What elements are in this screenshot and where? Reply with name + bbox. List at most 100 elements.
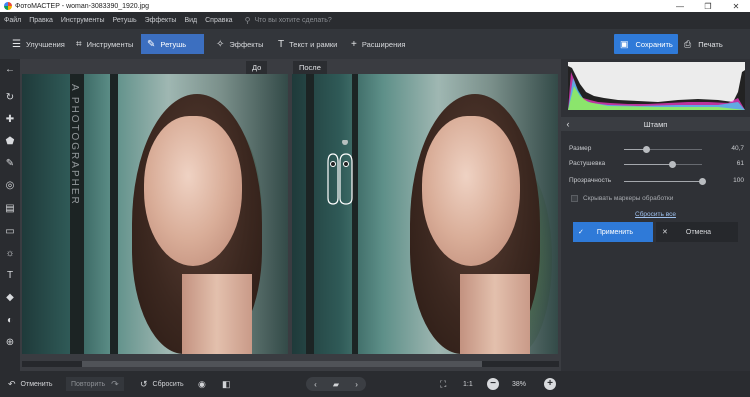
tab-label: Улучшения: [25, 39, 65, 49]
sliders-icon: ☰: [12, 38, 21, 50]
tab-retouch[interactable]: ✎ Ретушь: [141, 34, 204, 54]
printer-icon: ⎙: [684, 38, 692, 49]
window-titlebar: ФотоМАСТЕР - woman-3083390_1920.jpg — ❐ …: [0, 0, 750, 12]
slider-knob[interactable]: [699, 178, 706, 185]
brush-icon: ✎: [147, 38, 156, 50]
undo-button[interactable]: ↶ Отменить: [8, 377, 53, 391]
print-label: Печать: [698, 39, 723, 49]
vignette-icon[interactable]: ▭: [3, 225, 17, 239]
hide-markers-checkbox[interactable]: Скрывать маркеры обработки: [571, 195, 673, 202]
maximize-button[interactable]: ❐: [694, 2, 722, 11]
feather-slider-row: Растушевка 61: [569, 158, 744, 170]
tab-enhancements[interactable]: ☰ Улучшения: [6, 34, 71, 54]
brush-tool-icon[interactable]: ✎: [3, 157, 17, 171]
actual-size-button[interactable]: 1:1: [463, 377, 473, 391]
healing-icon[interactable]: ✚: [3, 113, 17, 127]
bottom-bar: ↶ Отменить Повторить ↷ ↺ Сбросить ◉ ◧ ‹ …: [0, 371, 750, 397]
menu-help[interactable]: Справка: [201, 17, 236, 24]
text-icon: T: [278, 38, 285, 50]
cancel-button[interactable]: ✕ Отмена: [656, 222, 738, 242]
panel-title: Штамп: [643, 119, 668, 129]
folder-icon[interactable]: ▰: [333, 380, 339, 389]
text-tool-icon[interactable]: T: [3, 269, 17, 283]
zoom-in-button[interactable]: +: [544, 377, 556, 391]
menu-effects[interactable]: Эффекты: [141, 17, 181, 24]
scrollbar-thumb[interactable]: [82, 361, 482, 367]
menu-bar: Файл Правка Инструменты Ретушь Эффекты В…: [0, 12, 750, 29]
fit-screen-button[interactable]: ⛶: [440, 377, 446, 391]
size-slider[interactable]: [624, 146, 702, 153]
window-title: ФотоМАСТЕР - woman-3083390_1920.jpg: [15, 2, 149, 10]
horizontal-scrollbar[interactable]: [22, 361, 559, 367]
effects-icon: ✧: [216, 38, 225, 50]
zoom-out-button[interactable]: −: [487, 377, 499, 391]
slider-fill: [624, 181, 702, 182]
tab-extensions[interactable]: + Расширения: [345, 34, 411, 54]
menu-edit[interactable]: Правка: [25, 17, 57, 24]
slider-value: 61: [736, 160, 744, 167]
check-icon: ✓: [578, 229, 584, 236]
tab-label: Инструменты: [86, 39, 134, 49]
slider-value: 100: [733, 177, 744, 184]
reset-button[interactable]: ↺ Сбросить: [140, 377, 184, 391]
opacity-slider-row: Прозрачность 100: [569, 175, 744, 187]
prev-image-icon[interactable]: ‹: [314, 380, 317, 389]
stamp-markers[interactable]: [320, 140, 360, 210]
zoom-level: 38%: [512, 380, 527, 388]
rotate-icon[interactable]: ↻: [3, 91, 17, 105]
photo-after[interactable]: [292, 74, 558, 354]
slider-label: Прозрачность: [569, 177, 612, 184]
checkbox-label: Скрывать маркеры обработки: [583, 195, 674, 202]
main-toolbar: ☰ Улучшения ⌗ Инструменты ✎ Ретушь ✧ Эфф…: [0, 29, 750, 59]
slider-knob[interactable]: [668, 161, 676, 168]
tab-text-frames[interactable]: T Текст и рамки: [272, 34, 343, 54]
tab-label: Ретушь: [160, 39, 187, 49]
plus-icon: +: [351, 38, 357, 50]
apply-button[interactable]: ✓ Применить: [573, 222, 653, 242]
after-label: После: [293, 61, 327, 74]
print-button[interactable]: ⎙ Печать: [680, 34, 742, 54]
checkbox-box[interactable]: [571, 195, 578, 202]
tab-label: Эффекты: [229, 39, 264, 49]
tab-effects[interactable]: ✧ Эффекты: [210, 34, 270, 54]
eraser-icon[interactable]: ◐: [3, 314, 17, 328]
menu-file[interactable]: Файл: [0, 17, 25, 24]
opacity-slider[interactable]: [624, 178, 706, 185]
slider-fill: [624, 164, 672, 165]
close-icon: ✕: [662, 229, 668, 236]
crop-icon: ⌗: [76, 38, 82, 50]
menu-retouch[interactable]: Ретушь: [109, 17, 141, 24]
light-icon[interactable]: ☼: [3, 247, 17, 261]
close-button[interactable]: ✕: [722, 2, 750, 11]
image-canvas[interactable]: До После A PHOTOGRAPHER: [20, 59, 561, 371]
feather-slider[interactable]: [624, 161, 702, 168]
target-icon[interactable]: ⊕: [3, 336, 17, 350]
slider-label: Растушевка: [569, 160, 606, 167]
back-arrow-icon[interactable]: ←: [3, 63, 17, 77]
save-button[interactable]: ▣ Сохранить: [614, 34, 678, 54]
photo-before[interactable]: A PHOTOGRAPHER: [22, 74, 288, 354]
tab-tools[interactable]: ⌗ Инструменты: [70, 34, 139, 54]
reset-label: Сбросить: [152, 380, 184, 388]
minimize-button[interactable]: —: [666, 2, 694, 11]
redo-label: Повторить: [71, 380, 106, 388]
redo-button[interactable]: Повторить ↷: [66, 377, 124, 391]
gradient-icon[interactable]: ▤: [3, 202, 17, 216]
compare-toggle[interactable]: ◧: [222, 377, 231, 391]
slider-label: Размер: [569, 145, 592, 152]
fit-screen-icon: ⛶: [440, 378, 447, 389]
back-chevron-icon[interactable]: ‹: [561, 119, 575, 129]
reset-all-link[interactable]: Сбросить все: [561, 211, 750, 218]
preview-toggle[interactable]: ◉: [198, 377, 206, 391]
menu-search[interactable]: ⚲ Что вы хотите сделать?: [245, 16, 332, 25]
menu-tools[interactable]: Инструменты: [57, 17, 109, 24]
slider-knob[interactable]: [642, 146, 650, 153]
minus-icon: −: [487, 378, 499, 390]
tab-label: Расширения: [361, 39, 406, 49]
next-image-icon[interactable]: ›: [355, 380, 358, 389]
radial-icon[interactable]: ◎: [3, 179, 17, 193]
stamp-icon[interactable]: ⬟: [3, 135, 17, 149]
menu-view[interactable]: Вид: [180, 17, 201, 24]
fill-icon[interactable]: ◆: [3, 291, 17, 305]
tab-label: Текст и рамки: [289, 39, 338, 49]
